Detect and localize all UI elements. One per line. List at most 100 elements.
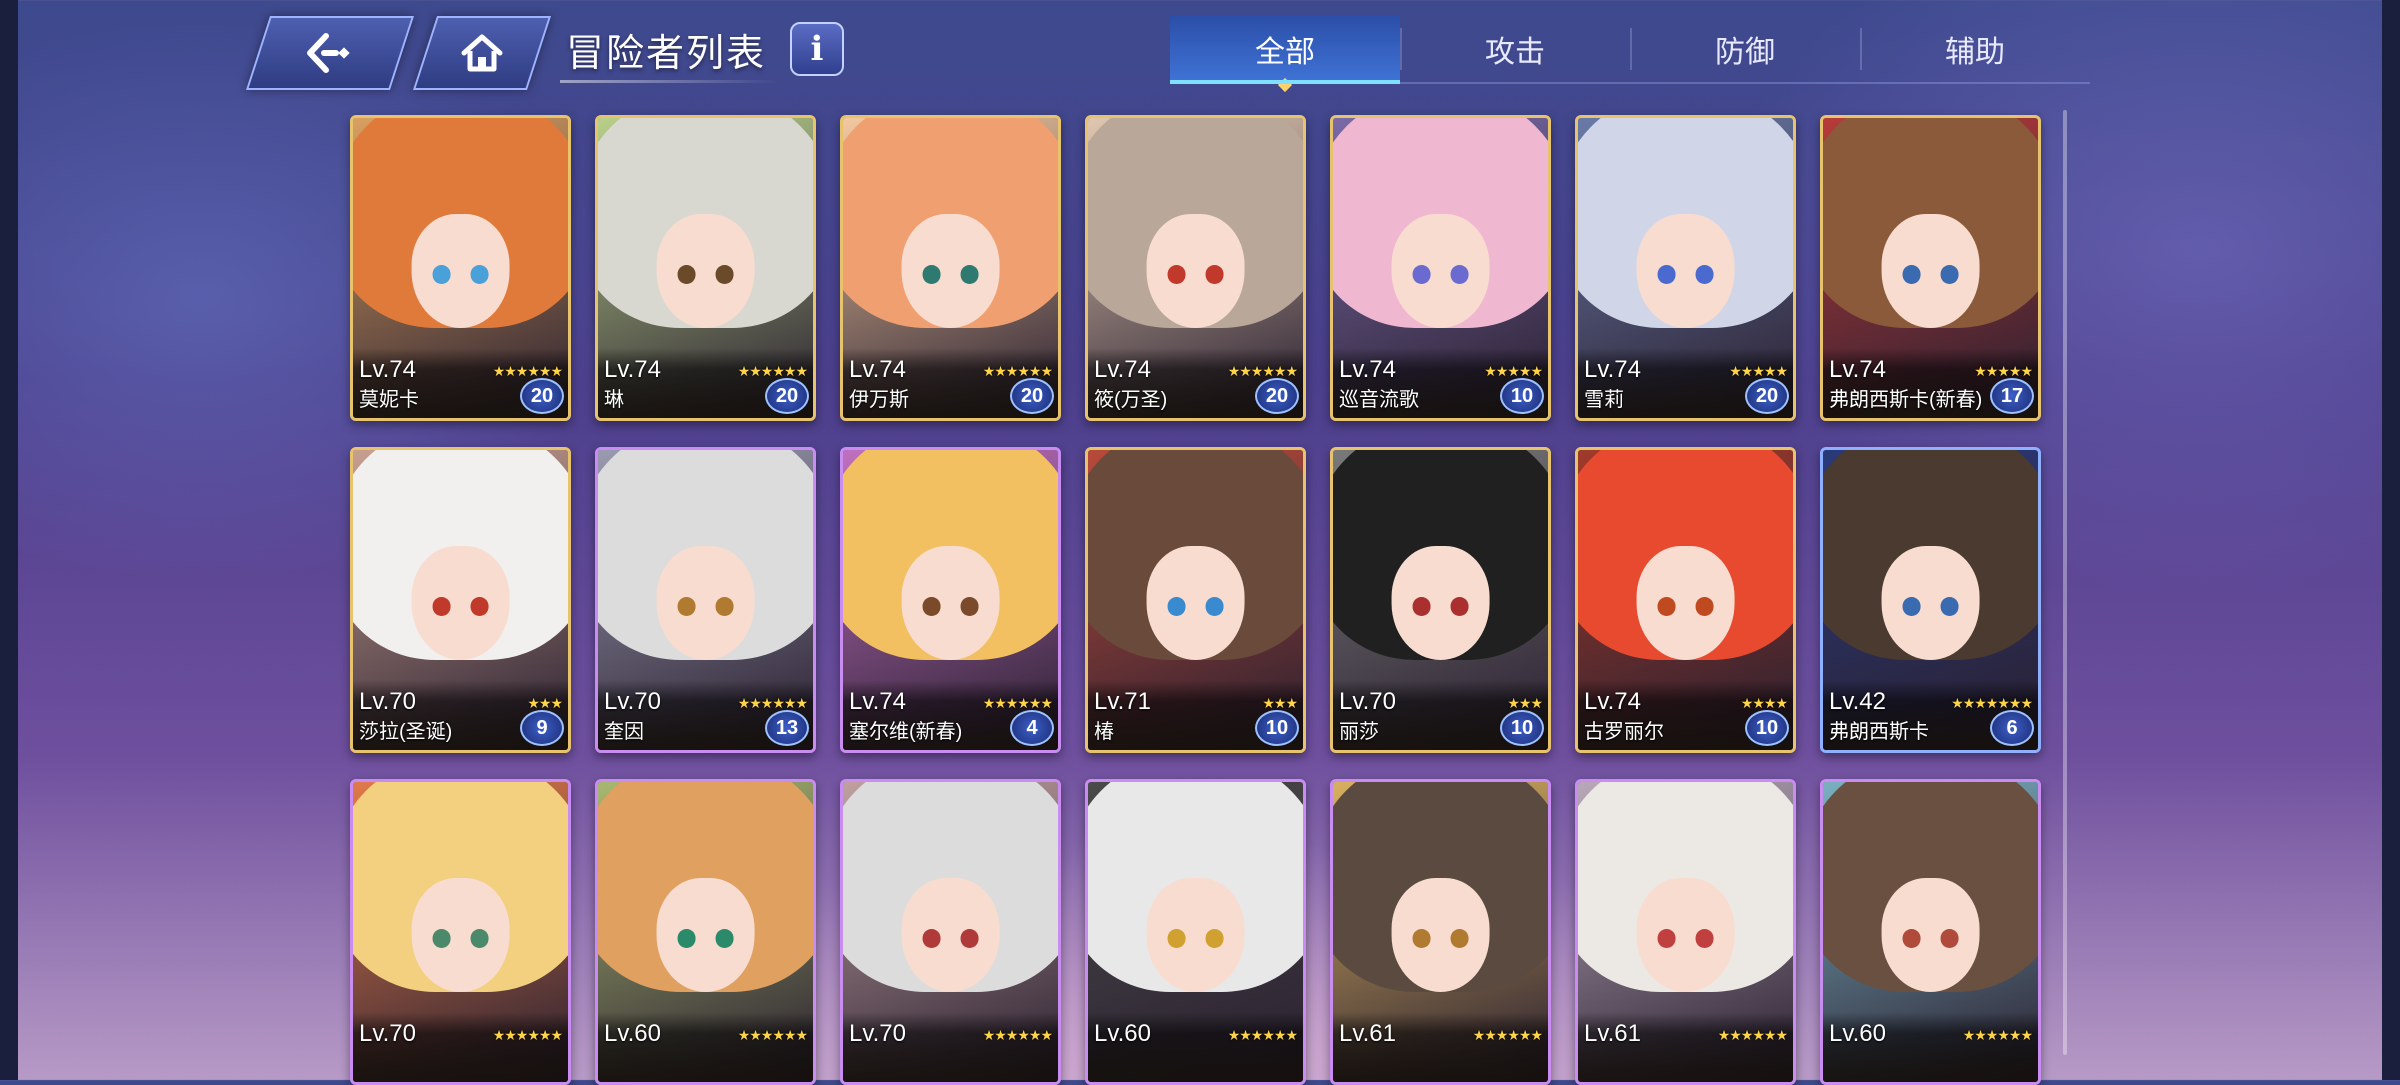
adventurer-card[interactable]: Lv.42 ★★★★★★★ 弗朗西斯卡 6	[1820, 447, 2041, 753]
portrait-eye	[1940, 265, 1959, 284]
portrait-eye	[1695, 597, 1714, 616]
star-rating: ★★★★★★	[737, 363, 808, 379]
portrait-face	[1391, 878, 1490, 992]
star-rating: ★★★★★★★	[1951, 695, 2033, 711]
adventurer-card[interactable]: Lv.74 ★★★★★★ 塞尔维(新春) 4	[840, 447, 1061, 753]
level-label: Lv.71	[1094, 688, 1151, 715]
portrait-face	[411, 878, 510, 992]
portrait-eye	[1902, 929, 1921, 948]
portrait-eye	[1695, 929, 1714, 948]
adventurer-card[interactable]: Lv.70 ★★★ 莎拉(圣诞) 9	[350, 447, 571, 753]
adventurer-card[interactable]: Lv.74 ★★★★★ 弗朗西斯卡(新春) 17	[1820, 115, 2041, 421]
back-button[interactable]	[245, 16, 415, 90]
level-label: Lv.61	[1584, 1020, 1641, 1047]
tab-all[interactable]: 全部	[1170, 16, 1400, 93]
tab-label: 全部	[1255, 36, 1315, 69]
portrait-face	[1881, 214, 1980, 328]
level-label: Lv.74	[1339, 356, 1396, 383]
awaken-badge: 20	[520, 378, 564, 414]
level-label: Lv.74	[359, 356, 416, 383]
adventurer-card[interactable]: Lv.74 ★★★★★★ 莫妮卡 20	[350, 115, 571, 421]
portrait-eye	[715, 265, 734, 284]
adventurer-grid: Lv.74 ★★★★★★ 莫妮卡 20 Lv.74 ★★★★★★ 琳 20 Lv…	[350, 115, 2041, 1085]
portrait-eye	[432, 929, 451, 948]
adventurer-card[interactable]: Lv.71 ★★★ 椿 10	[1085, 447, 1306, 753]
portrait-eye	[1450, 265, 1469, 284]
adventurer-card[interactable]: Lv.74 ★★★★★★ 筱(万圣) 20	[1085, 115, 1306, 421]
portrait-eye	[470, 597, 489, 616]
level-label: Lv.74	[849, 688, 906, 715]
adventurer-card[interactable]: Lv.74 ★★★★★ 雪莉 20	[1575, 115, 1796, 421]
portrait-eye	[677, 265, 696, 284]
portrait-face	[656, 878, 755, 992]
awaken-badge: 6	[1990, 710, 2034, 746]
portrait-eye	[1167, 597, 1186, 616]
adventurer-card[interactable]: Lv.60 ★★★★★★	[1085, 779, 1306, 1085]
level-label: Lv.60	[604, 1020, 661, 1047]
adventurer-card[interactable]: Lv.70 ★★★ 丽莎 10	[1330, 447, 1551, 753]
character-name: 莎拉(圣诞)	[359, 721, 453, 743]
tab-support[interactable]: 辅助	[1860, 16, 2090, 82]
tab-label: 攻击	[1485, 36, 1545, 69]
level-label: Lv.74	[849, 356, 906, 383]
star-rating: ★★★★★★	[737, 695, 808, 711]
portrait-eye	[960, 597, 979, 616]
portrait-face	[1636, 878, 1735, 992]
awaken-badge: 20	[765, 378, 809, 414]
adventurer-card[interactable]: Lv.74 ★★★★★★ 琳 20	[595, 115, 816, 421]
portrait-face	[1881, 546, 1980, 660]
tab-label: 辅助	[1945, 36, 2005, 69]
awaken-badge: 4	[1010, 710, 1054, 746]
portrait-eye	[1205, 597, 1224, 616]
awaken-badge: 20	[1010, 378, 1054, 414]
home-button[interactable]	[412, 16, 552, 90]
screen-edge-left	[0, 0, 18, 1080]
adventurer-card[interactable]: Lv.61 ★★★★★★	[1330, 779, 1551, 1085]
portrait-eye	[1902, 597, 1921, 616]
star-rating: ★★★★★★	[982, 695, 1053, 711]
tab-attack[interactable]: 攻击	[1400, 16, 1630, 82]
level-label: Lv.70	[1339, 688, 1396, 715]
character-name: 弗朗西斯卡	[1829, 721, 1929, 743]
adventurer-card[interactable]: Lv.74 ★★★★★★ 伊万斯 20	[840, 115, 1061, 421]
level-label: Lv.70	[604, 688, 661, 715]
star-rating: ★★★★★★	[492, 1027, 563, 1043]
awaken-badge: 10	[1745, 710, 1789, 746]
adventurer-card[interactable]: Lv.70 ★★★★★★	[350, 779, 571, 1085]
portrait-eye	[1940, 929, 1959, 948]
character-name: 丽莎	[1339, 721, 1379, 743]
awaken-badge: 17	[1990, 378, 2034, 414]
star-rating: ★★★★★★	[1472, 1027, 1543, 1043]
active-indicator-icon	[1277, 77, 1293, 93]
awaken-badge: 20	[1745, 378, 1789, 414]
character-name: 古罗丽尔	[1584, 721, 1664, 743]
portrait-face	[901, 878, 1000, 992]
portrait-eye	[922, 929, 941, 948]
adventurer-card[interactable]: Lv.61 ★★★★★★	[1575, 779, 1796, 1085]
tab-defense[interactable]: 防御	[1630, 16, 1860, 82]
adventurer-card[interactable]: Lv.70 ★★★★★★ 奎因 13	[595, 447, 816, 753]
level-label: Lv.74	[1584, 356, 1641, 383]
character-name: 奎因	[604, 721, 644, 743]
adventurer-card[interactable]: Lv.74 ★★★★ 古罗丽尔 10	[1575, 447, 1796, 753]
portrait-face	[1391, 546, 1490, 660]
level-label: Lv.70	[359, 1020, 416, 1047]
scrollbar[interactable]	[2063, 110, 2067, 1055]
portrait-eye	[1657, 597, 1676, 616]
level-label: Lv.74	[604, 356, 661, 383]
adventurer-card[interactable]: Lv.74 ★★★★★ 巡音流歌 10	[1330, 115, 1551, 421]
adventurer-card[interactable]: Lv.60 ★★★★★★	[1820, 779, 2041, 1085]
portrait-eye	[1167, 265, 1186, 284]
character-name: 筱(万圣)	[1094, 389, 1168, 411]
level-label: Lv.42	[1829, 688, 1886, 715]
tab-label: 防御	[1715, 36, 1775, 69]
adventurer-card[interactable]: Lv.60 ★★★★★★	[595, 779, 816, 1085]
adventurer-card[interactable]: Lv.70 ★★★★★★	[840, 779, 1061, 1085]
portrait-eye	[677, 929, 696, 948]
portrait-eye	[677, 597, 696, 616]
level-label: Lv.60	[1094, 1020, 1151, 1047]
star-rating: ★★★★★★	[1227, 1027, 1298, 1043]
portrait-face	[901, 214, 1000, 328]
info-button[interactable]: i	[790, 22, 844, 76]
star-rating: ★★★★★★	[492, 363, 563, 379]
